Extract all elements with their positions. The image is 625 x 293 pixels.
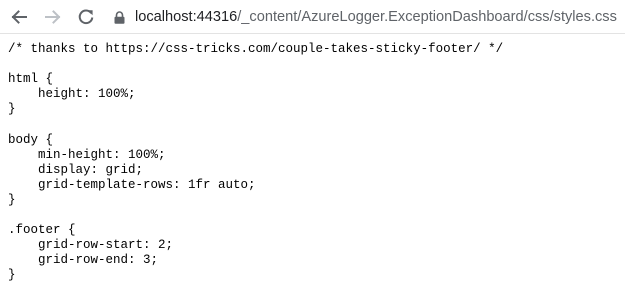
code-line: } — [8, 102, 16, 117]
code-line: .footer { — [8, 223, 76, 238]
url-path: /_content/AzureLogger.ExceptionDashboard… — [237, 9, 617, 25]
address-bar[interactable]: localhost:44316/_content/AzureLogger.Exc… — [111, 4, 625, 30]
code-line: } — [8, 268, 16, 283]
browser-toolbar: localhost:44316/_content/AzureLogger.Exc… — [0, 0, 625, 34]
code-line: html { — [8, 72, 54, 87]
code-line: grid-row-start: 2; — [8, 238, 174, 253]
arrow-right-icon — [45, 10, 61, 24]
code-line: /* thanks to https://css-tricks.com/coup… — [8, 42, 504, 56]
reload-button[interactable] — [73, 4, 99, 30]
code-line: grid-row-end: 3; — [8, 253, 159, 268]
arrow-left-icon — [11, 10, 27, 24]
lock-icon[interactable] — [111, 9, 127, 25]
file-content: /* thanks to https://css-tricks.com/coup… — [0, 34, 625, 293]
forward-button[interactable] — [40, 4, 66, 30]
code-line: height: 100%; — [8, 87, 136, 102]
back-button[interactable] — [6, 4, 32, 30]
address-url[interactable]: localhost:44316/_content/AzureLogger.Exc… — [135, 9, 617, 25]
code-line: min-height: 100%; — [8, 147, 166, 162]
code-line: grid-template-rows: 1fr auto; — [8, 177, 256, 192]
url-host: localhost:44316 — [135, 9, 238, 25]
code-line: display: grid; — [8, 162, 144, 177]
code-line: body { — [8, 132, 54, 147]
reload-icon — [78, 9, 94, 25]
code-line: } — [8, 192, 16, 207]
